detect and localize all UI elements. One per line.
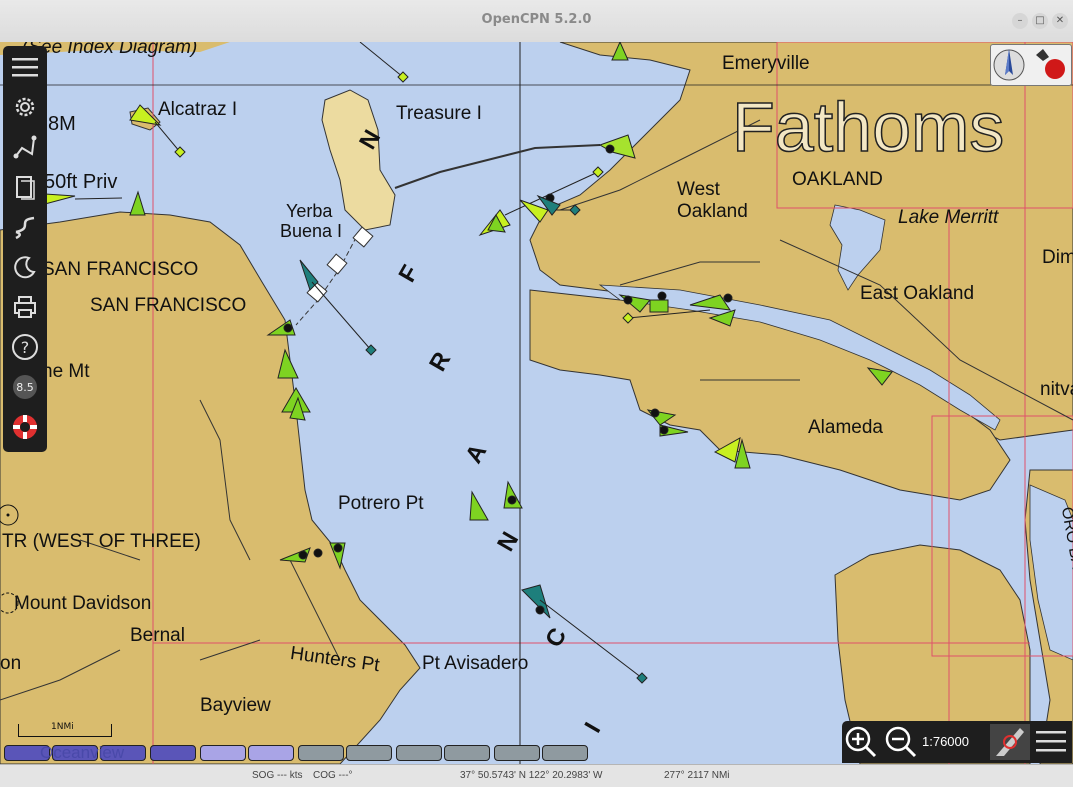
maximize-button[interactable]: □ [1032,13,1048,29]
label-alcatraz: Alcatraz I [158,99,238,120]
piano-label-oceanview: Oceanview [40,743,125,762]
hamburger-icon [12,58,38,77]
tracks-button[interactable] [10,172,40,202]
tide-current-button[interactable]: 8.5 [10,372,40,402]
label-on: on [0,653,22,674]
label-depth-8m: 8M [48,113,76,135]
gps-status-icon [1036,49,1065,79]
label-avisadero: Pt Avisadero [422,653,529,674]
label-nitval: nitval [1040,379,1073,400]
scale-bar: 1NMi [18,722,112,737]
title-bar: OpenCPN 5.2.0 – □ ✕ [0,0,1073,43]
chart-piano-bar: Oceanview [0,744,640,762]
piano-key[interactable] [542,745,588,761]
chart-scale[interactable]: 1:76000 [922,734,969,749]
document-icon [16,176,35,200]
menu-button-zoom[interactable] [1036,729,1066,755]
label-west-oakland: Oakland [677,201,748,222]
moon-icon [14,256,36,279]
scale-bar-label: 1NMi [51,722,74,732]
label-index-diagram: (See Index Diagram) [22,42,198,58]
status-cog: COG ---° [313,770,353,781]
label-yerba: Yerba [286,201,333,221]
track-icon [15,216,35,240]
chart-canvas[interactable]: (See Index Diagram) Alcatraz I 8M 50ft P… [0,42,1073,764]
piano-key[interactable] [396,745,442,761]
svg-text:?: ? [21,338,30,357]
minimize-button[interactable]: – [1012,13,1028,29]
piano-key[interactable] [248,745,294,761]
track-button[interactable] [10,212,40,242]
depth-units-watermark: Fathoms [731,88,1005,166]
status-sog: SOG --- kts [252,770,303,781]
label-buena: Buena I [280,221,343,241]
label-ne-mt: ne Mt [42,361,90,382]
label-potrero: Potrero Pt [338,493,424,514]
print-button[interactable] [10,292,40,322]
piano-key[interactable] [444,745,490,761]
label-mount-davidson: Mount Davidson [14,593,152,614]
label-bayview: Bayview [200,695,271,716]
label-west: West [677,179,720,200]
label-lake-merritt: Lake Merritt [898,207,999,228]
status-position: 37° 50.5743' N 122° 20.2983' W [460,770,603,781]
label-emeryville: Emeryville [722,53,810,74]
label-sf: SAN FRANCISCO [90,295,247,316]
piano-key[interactable] [346,745,392,761]
piano-key[interactable] [494,745,540,761]
status-bar: SOG --- kts COG ---° 37° 50.5743' N 122°… [0,764,1073,787]
label-oakland: OAKLAND [792,169,883,190]
help-button[interactable]: ? [10,332,40,362]
printer-icon [14,296,36,318]
label-treasure: Treasure I [396,103,482,124]
color-scheme-button[interactable] [10,252,40,282]
ais-button[interactable] [990,724,1030,760]
label-bernal: Bernal [130,625,185,646]
label-tr: TR (WEST OF THREE) [2,531,201,552]
tide-value: 8.5 [16,380,34,394]
zoom-out-button[interactable] [884,725,918,759]
compass-widget[interactable] [990,44,1072,86]
route-manager-button[interactable] [10,132,40,162]
label-dim: Dim [1042,247,1073,268]
gear-icon [15,97,35,117]
label-priv: 50ft Priv [44,171,118,193]
zoom-in-button[interactable] [844,725,878,759]
label-east-oakland: East Oakland [860,283,975,304]
lifebuoy-icon [13,415,37,439]
label-alameda: Alameda [808,417,883,438]
piano-key[interactable] [150,745,196,761]
piano-key[interactable] [298,745,344,761]
close-button[interactable]: ✕ [1052,13,1068,29]
route-icon [13,135,37,159]
question-icon: ? [12,334,38,360]
status-bearing: 277° 2117 NMi [664,770,730,781]
window-title: OpenCPN 5.2.0 [481,12,592,27]
piano-key[interactable] [200,745,246,761]
mob-button[interactable] [10,412,40,442]
menu-button[interactable] [10,52,40,82]
zoom-controls: 1:76000 [842,721,1072,763]
label-sf-caps: SAN FRANCISCO [42,259,199,280]
settings-button[interactable] [10,92,40,122]
main-toolbar: ? 8.5 [3,46,47,452]
